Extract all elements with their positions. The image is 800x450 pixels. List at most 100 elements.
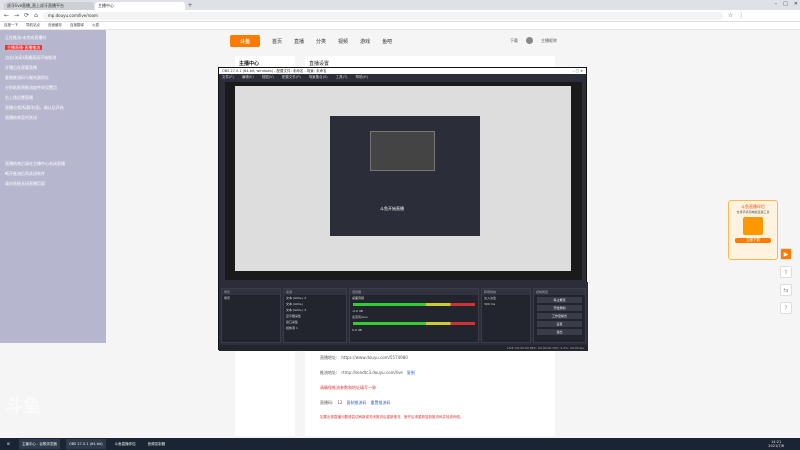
source-item[interactable]: 媒体源 1	[284, 325, 346, 331]
user-area: 下载 主播昵称	[510, 37, 557, 44]
copy-push-button[interactable]: 复制	[407, 370, 415, 376]
url-label: 直播地址:	[320, 355, 338, 360]
new-tab-button[interactable]: +	[186, 2, 194, 10]
watermark-logo: 斗鱼	[5, 396, 41, 417]
menu-icon[interactable]: ⋮	[738, 12, 744, 19]
share-icon[interactable]: ⇆	[780, 284, 792, 296]
site-logo[interactable]: 斗鱼	[230, 35, 260, 47]
scene-item[interactable]: 场景	[222, 295, 280, 301]
overlay-line: 开播后在观看直播	[5, 65, 37, 70]
side-toolbar: ▶ ⇧ ⇆ ?	[780, 248, 794, 314]
nav-home[interactable]: 首页	[272, 38, 282, 45]
star-icon[interactable]: ☆	[728, 12, 733, 19]
avatar[interactable]	[526, 37, 533, 44]
obs-window: OBS 27.0.1 (64-bit, windows) - 配置文件: 未命名…	[218, 67, 588, 351]
stream-info: 直播地址: https://www.douyu.com/5574980 推流地址…	[320, 355, 520, 429]
obs-menu-bar: 文件(F) 编辑(E) 视图(V) 配置文件(P) 场景集合(S) 工具(T) …	[219, 74, 586, 80]
minimize-icon[interactable]: –	[775, 1, 778, 7]
promo-text: 支持手机和电脑直播工具	[736, 210, 770, 214]
bookmark[interactable]: 导航站点	[26, 23, 40, 28]
nav-live[interactable]: 直播	[294, 38, 304, 45]
tab-label: 主播中心	[98, 3, 114, 8]
forward-icon[interactable]: →	[14, 12, 19, 19]
studio-mode-button[interactable]: 工作室模式	[537, 313, 582, 319]
push-note: 请确保推流参数和地址填写一致	[320, 385, 376, 390]
obs-menu-item[interactable]: 编辑(E)	[242, 74, 254, 80]
bookmark[interactable]: 百度一下	[4, 23, 18, 28]
code-value: 12	[337, 400, 343, 405]
exit-button[interactable]: 退出	[537, 329, 582, 335]
overlay-line: 直播结束后请在主播中心关闭直播	[5, 161, 65, 166]
nav-video[interactable]: 视频	[338, 38, 348, 45]
bookmarks-bar: 百度一下 导航站点 页面缓存 百度翻译 火狐	[0, 22, 800, 30]
overlay-line: 右上角设置直播	[5, 95, 33, 100]
nav-category[interactable]: 分类	[316, 38, 326, 45]
back-icon[interactable]: ←	[4, 12, 9, 19]
start-icon[interactable]: ⊞	[4, 439, 13, 449]
browser-tab[interactable]: 虎牙live直播_直上虎牙直播平台	[4, 2, 94, 10]
promo-image	[743, 217, 763, 235]
bookmark[interactable]: 火狐	[92, 23, 99, 28]
obs-menu-item[interactable]: 文件(F)	[222, 74, 234, 80]
promo-card[interactable]: 斗鱼直播伴侣 支持手机和电脑直播工具 立即下载	[728, 200, 778, 260]
obs-menu-item[interactable]: 配置文件(P)	[282, 74, 301, 80]
overlay-line: 复制推流码与服务器地址	[5, 75, 49, 80]
maximize-icon[interactable]: □	[783, 1, 788, 7]
inner-label: 斗鱼开始直播	[380, 206, 404, 211]
start-recording-button[interactable]: 开始录制	[537, 305, 582, 311]
obs-menu-item[interactable]: 工具(T)	[336, 74, 348, 80]
taskbar-item[interactable]: 斗鱼直播伴侣	[112, 439, 139, 449]
push-label: 推流地址:	[320, 370, 338, 375]
nav-game[interactable]: 游戏	[360, 38, 370, 45]
tab-label: 虎牙live直播_直上虎牙直播平台	[7, 3, 65, 8]
reset-code-button[interactable]: 重置推流码	[370, 400, 390, 406]
taskbar-item[interactable]: 主播中心 - 谷歌浏览器	[18, 439, 60, 449]
help-icon[interactable]: ?	[780, 302, 792, 314]
taskbar-clock[interactable]: 14:21 2021/7/6	[768, 440, 784, 448]
dock-header: 控制按钮	[534, 289, 585, 295]
overlay-line: 正在推流·未完成直播时	[5, 35, 47, 40]
scenes-dock: 场景 场景	[221, 288, 281, 343]
url-input[interactable]: mp.douyu.com/live/room	[42, 11, 723, 20]
play-icon[interactable]: ▶	[780, 248, 792, 260]
duration-field[interactable]: 300 ms	[482, 301, 530, 307]
captured-screen: 斗鱼开始直播	[235, 86, 571, 271]
audio-meter	[353, 303, 475, 306]
username[interactable]: 主播昵称	[541, 38, 557, 44]
nav-fishbar[interactable]: 鱼吧	[382, 38, 392, 45]
obs-docks: 场景 场景 来源 文本 (GDI+) 2 文本 (GDI+) 文本 (GDI+)…	[219, 282, 588, 351]
transitions-dock: 转场特效 淡入淡出 300 ms	[481, 288, 531, 343]
window-controls: – □ ✕	[775, 1, 798, 7]
promo-download-button[interactable]: 立即下载	[735, 238, 771, 243]
mixer-dock: 混音器 桌面音频 -2.0 dB 麦克风/Aux 0.0 dB	[349, 288, 479, 343]
upload-icon[interactable]: ⇧	[780, 266, 792, 278]
browser-tab-active[interactable]: 主播中心	[95, 2, 185, 10]
taskbar: ⊞ 主播中心 - 谷歌浏览器 OBS 27.0.1 (64-bit) 斗鱼直播伴…	[0, 438, 800, 450]
obs-menu-item[interactable]: 视图(V)	[262, 74, 274, 80]
code-label: 直播码:	[320, 400, 334, 405]
warning-text: 如果出现直播问题请尝试刷新或关闭推流后重新推流，断开后请重新复制推流码并检查网络…	[320, 415, 464, 419]
obs-menu-item[interactable]: 场景集合(S)	[309, 74, 328, 80]
obs-menu-item[interactable]: 帮助(H)	[356, 74, 368, 80]
overlay-line: 直播分类/标题/封面，确认后开始	[5, 105, 64, 110]
home-icon[interactable]: ⌂	[34, 12, 38, 19]
clock-date: 2021/7/6	[768, 444, 784, 448]
bookmark[interactable]: 页面缓存	[48, 23, 62, 28]
mixer-channel-name: 桌面音频	[352, 296, 365, 300]
reload-icon[interactable]: ⟳	[24, 12, 29, 19]
taskbar-item[interactable]: 音频控制器	[145, 439, 169, 449]
nested-obs-window: 斗鱼开始直播	[330, 116, 480, 236]
stop-streaming-button[interactable]: 停止推流	[537, 297, 582, 303]
copy-code-button[interactable]: 复制推流码	[346, 400, 366, 406]
bookmark[interactable]: 百度翻译	[70, 23, 84, 28]
close-icon[interactable]: ✕	[794, 1, 798, 7]
taskbar-item[interactable]: OBS 27.0.1 (64-bit)	[65, 439, 106, 449]
download-link[interactable]: 下载	[510, 38, 518, 44]
push-value[interactable]: rtmp://sendtc3.douyu.com/live	[341, 370, 403, 376]
settings-button[interactable]: 设置	[537, 321, 582, 327]
nested-preview	[370, 131, 435, 171]
obs-preview[interactable]: 斗鱼开始直播	[225, 82, 582, 280]
browser-tab-bar: 虎牙live直播_直上虎牙直播平台 主播中心 + – □ ✕	[0, 0, 800, 10]
url-value[interactable]: https://www.douyu.com/5574980	[341, 355, 407, 361]
obs-window-controls[interactable]: – □ ✕	[573, 68, 583, 74]
